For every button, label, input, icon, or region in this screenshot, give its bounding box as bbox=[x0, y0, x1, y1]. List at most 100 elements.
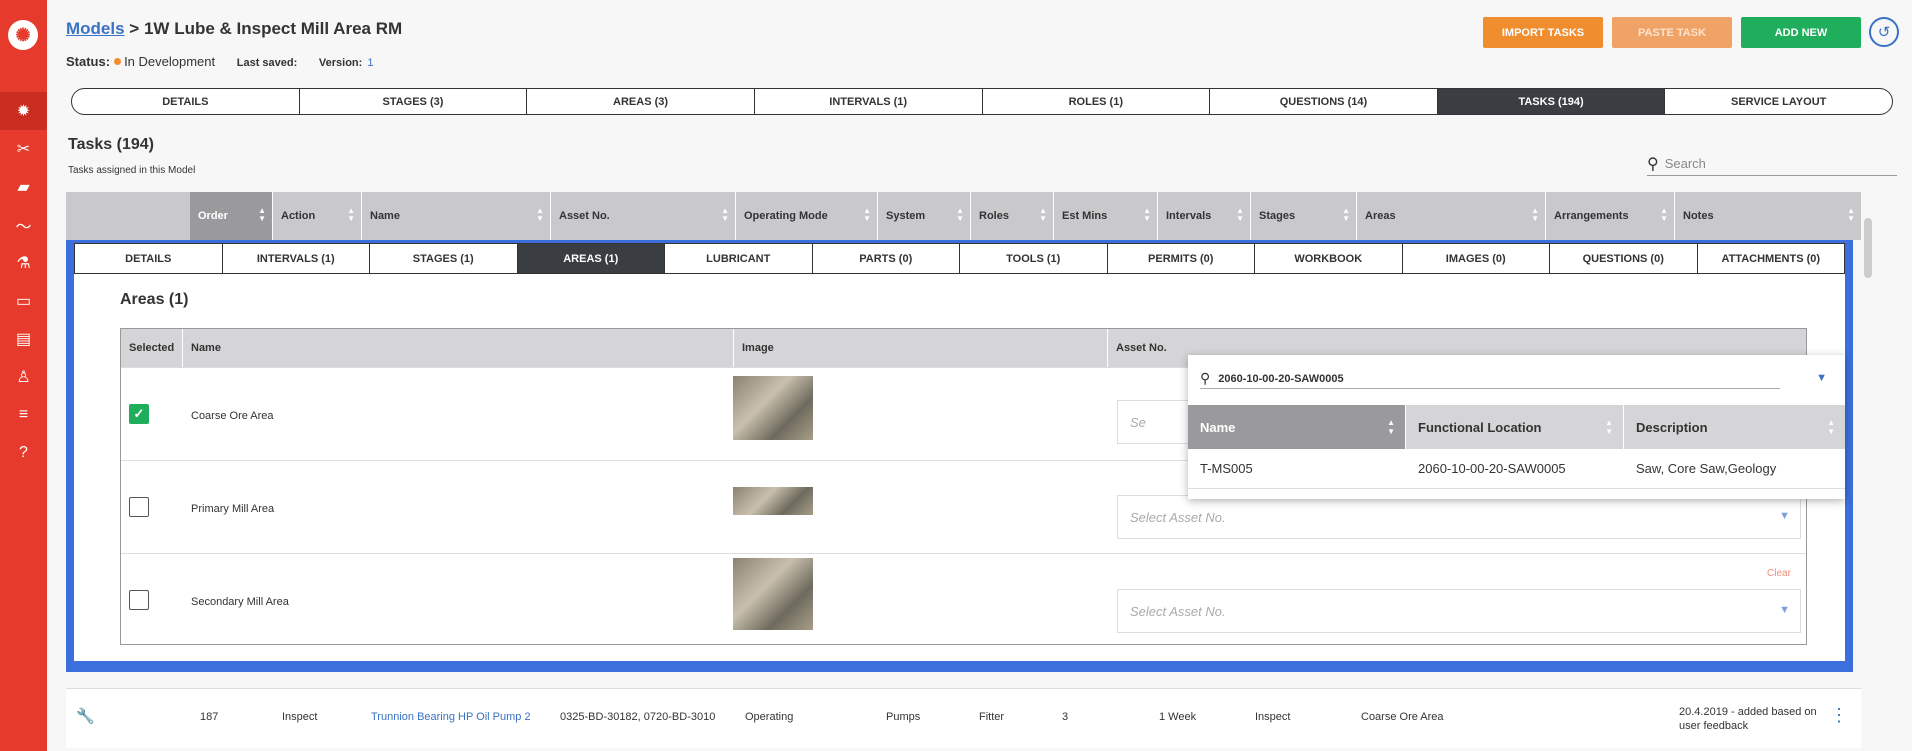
subtab-lubricant[interactable]: LUBRICANT bbox=[665, 244, 813, 273]
activity-icon[interactable]: 〜 bbox=[0, 206, 47, 244]
column-label: Roles bbox=[979, 210, 1009, 222]
tab-intervals[interactable]: INTERVALS (1) bbox=[755, 89, 983, 114]
tab-stages[interactable]: STAGES (3) bbox=[300, 89, 528, 114]
subtab-attachments[interactable]: ATTACHMENTS (0) bbox=[1698, 244, 1845, 273]
subtab-details[interactable]: DETAILS bbox=[75, 244, 223, 273]
sort-icon: ▲ ▼ bbox=[258, 206, 266, 223]
subtab-intervals[interactable]: INTERVALS (1) bbox=[223, 244, 370, 273]
dd-header-functional-location[interactable]: Functional Location ▲ ▼ bbox=[1406, 405, 1624, 449]
area-checkbox-checked[interactable]: ✓ bbox=[129, 404, 149, 424]
area-image bbox=[733, 487, 813, 515]
lab-flask-icon[interactable]: ⚗ bbox=[0, 244, 47, 282]
asset-search-value: 2060-10-00-20-SAW0005 bbox=[1218, 372, 1344, 385]
help-icon[interactable]: ? bbox=[0, 434, 47, 472]
asset-no-select[interactable]: Select Asset No. ▼ bbox=[1117, 495, 1801, 539]
tab-tasks[interactable]: TASKS (194) bbox=[1437, 89, 1666, 114]
section-subtitle: Tasks assigned in this Model bbox=[68, 165, 196, 176]
subtab-tools[interactable]: TOOLS (1) bbox=[960, 244, 1108, 273]
column-header-arrangements[interactable]: Arrangements ▲ ▼ bbox=[1546, 192, 1675, 240]
tab-areas[interactable]: AREAS (3) bbox=[527, 89, 755, 114]
tools-icon[interactable]: ✂ bbox=[0, 130, 47, 168]
area-checkbox[interactable] bbox=[129, 497, 149, 517]
more-options-icon[interactable]: ⋮ bbox=[1830, 705, 1848, 726]
dd-header-description[interactable]: Description ▲ ▼ bbox=[1624, 405, 1845, 449]
subtab-images[interactable]: IMAGES (0) bbox=[1403, 244, 1550, 273]
sort-icon: ▲ ▼ bbox=[1531, 206, 1539, 223]
column-header-est-mins[interactable]: Est Mins ▲ ▼ bbox=[1054, 192, 1158, 240]
area-name: Secondary Mill Area bbox=[191, 596, 289, 608]
subtab-stages[interactable]: STAGES (1) bbox=[370, 244, 518, 273]
asset-option-row[interactable]: T-MS005 2060-10-00-20-SAW0005 Saw, Core … bbox=[1188, 449, 1845, 489]
area-checkbox[interactable] bbox=[129, 590, 149, 610]
status-value: In Development bbox=[124, 54, 216, 69]
task-name-link[interactable]: Trunnion Bearing HP Oil Pump 2 bbox=[371, 711, 531, 723]
column-header-system[interactable]: System ▲ ▼ bbox=[878, 192, 971, 240]
column-label: Intervals bbox=[1166, 210, 1212, 222]
subtab-workbook[interactable]: WORKBOOK bbox=[1255, 244, 1403, 273]
column-header-name[interactable]: Name ▲ ▼ bbox=[362, 192, 551, 240]
breadcrumb-models-link[interactable]: Models bbox=[66, 19, 125, 38]
subtab-parts[interactable]: PARTS (0) bbox=[813, 244, 960, 273]
area-name: Coarse Ore Area bbox=[191, 410, 274, 422]
history-icon[interactable]: ↺ bbox=[1869, 17, 1899, 47]
tasks-table-header: Order ▲ ▼ Action ▲ ▼ Name ▲ ▼ Asset No. ▲ ▼ Oper… bbox=[66, 192, 1861, 240]
column-header-asset-no[interactable]: Asset No. ▲ ▼ bbox=[551, 192, 736, 240]
column-header-areas[interactable]: Areas ▲ ▼ bbox=[1357, 192, 1546, 240]
tab-details[interactable]: DETAILS bbox=[72, 89, 300, 114]
column-label: Order bbox=[198, 210, 228, 222]
clipboard-icon[interactable]: ▤ bbox=[0, 320, 47, 358]
tab-service-layout[interactable]: SERVICE LAYOUT bbox=[1665, 89, 1892, 114]
wrench-icon[interactable]: 🔧 bbox=[76, 707, 95, 725]
column-header-stages[interactable]: Stages ▲ ▼ bbox=[1251, 192, 1357, 240]
task-subtabs: DETAILS INTERVALS (1) STAGES (1) AREAS (… bbox=[74, 243, 1845, 274]
paste-task-button[interactable]: PASTE TASK bbox=[1612, 17, 1732, 48]
asset-no-select[interactable]: Select Asset No. ▼ bbox=[1117, 589, 1801, 633]
equipment-icon[interactable]: ▰ bbox=[0, 168, 47, 206]
column-label: Est Mins bbox=[1062, 210, 1108, 222]
clear-link[interactable]: Clear bbox=[1767, 568, 1791, 579]
chevron-down-icon: ▼ bbox=[1779, 510, 1790, 522]
column-header-roles[interactable]: Roles ▲ ▼ bbox=[971, 192, 1054, 240]
asset-search-input[interactable]: ⚲ 2060-10-00-20-SAW0005 bbox=[1200, 369, 1780, 389]
add-new-button[interactable]: ADD NEW bbox=[1741, 17, 1861, 48]
column-label: Operating Mode bbox=[744, 210, 828, 222]
scrollbar-thumb[interactable] bbox=[1864, 218, 1872, 278]
subtab-questions[interactable]: QUESTIONS (0) bbox=[1550, 244, 1698, 273]
chevron-down-icon: ▼ bbox=[1779, 604, 1790, 616]
asset-option-location: 2060-10-00-20-SAW0005 bbox=[1418, 461, 1566, 476]
column-header-action[interactable]: Action ▲ ▼ bbox=[273, 192, 362, 240]
subtab-permits[interactable]: PERMITS (0) bbox=[1108, 244, 1255, 273]
select-placeholder: Select Asset No. bbox=[1130, 603, 1226, 619]
tab-roles[interactable]: ROLES (1) bbox=[983, 89, 1211, 114]
dd-header-name[interactable]: Name ▲ ▼ bbox=[1188, 405, 1406, 449]
task-asset: 0325-BD-30182, 0720-BD-3010 bbox=[560, 711, 716, 723]
caret-down-icon[interactable]: ▼ bbox=[1816, 372, 1827, 384]
sort-icon: ▲ ▼ bbox=[1847, 206, 1855, 223]
import-tasks-button[interactable]: IMPORT TASKS bbox=[1483, 17, 1603, 48]
column-header-order[interactable]: Order ▲ ▼ bbox=[190, 192, 273, 240]
column-label: Stages bbox=[1259, 210, 1296, 222]
models-icon[interactable]: ✹ bbox=[0, 92, 47, 130]
user-icon[interactable]: ♙ bbox=[0, 358, 47, 396]
search-input[interactable]: ⚲ Search bbox=[1647, 152, 1897, 176]
area-image bbox=[733, 558, 813, 630]
column-header-notes[interactable]: Notes ▲ ▼ bbox=[1675, 192, 1861, 240]
settings-sliders-icon[interactable]: ≡ bbox=[0, 396, 47, 434]
column-header-operating-mode[interactable]: Operating Mode ▲ ▼ bbox=[736, 192, 878, 240]
sort-icon: ▲ ▼ bbox=[536, 206, 544, 223]
task-interval: 1 Week bbox=[1159, 711, 1197, 723]
app-logo-icon[interactable]: ✺ bbox=[8, 20, 38, 50]
last-saved-label: Last saved: bbox=[236, 57, 298, 69]
tab-questions[interactable]: QUESTIONS (14) bbox=[1210, 89, 1438, 114]
model-tabs: DETAILS STAGES (3) AREAS (3) INTERVALS (… bbox=[71, 88, 1893, 115]
sort-icon: ▲ ▼ bbox=[1387, 418, 1395, 436]
subtab-areas[interactable]: AREAS (1) bbox=[517, 244, 665, 273]
chat-icon[interactable]: ▭ bbox=[0, 282, 47, 320]
sort-icon: ▲ ▼ bbox=[1342, 206, 1350, 223]
asset-option-description: Saw, Core Saw,Geology bbox=[1636, 461, 1777, 476]
table-row[interactable]: 🔧 187 Inspect Trunnion Bearing HP Oil Pu… bbox=[66, 688, 1861, 748]
task-action: Inspect bbox=[282, 711, 318, 723]
column-header-intervals[interactable]: Intervals ▲ ▼ bbox=[1158, 192, 1251, 240]
sort-icon: ▲ ▼ bbox=[1039, 206, 1047, 223]
column-label: Arrangements bbox=[1554, 210, 1629, 222]
